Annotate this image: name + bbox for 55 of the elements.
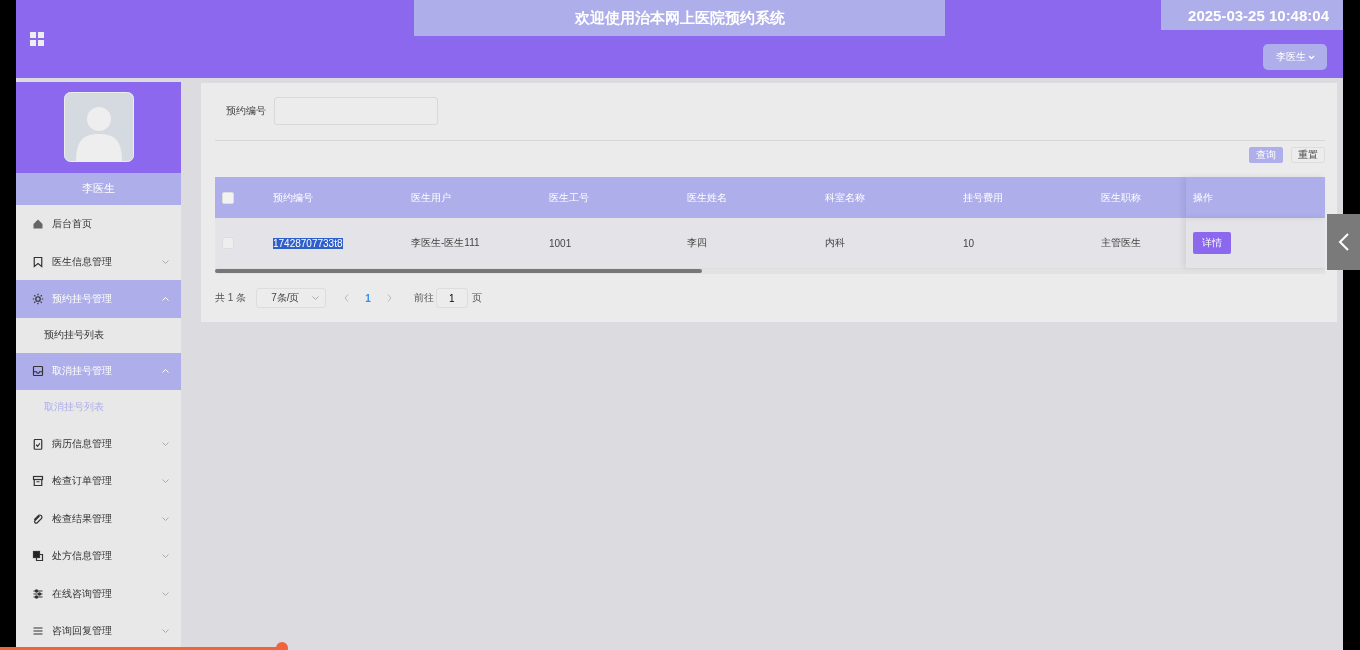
caret-icon: [312, 296, 320, 300]
column-header: 医生用户: [410, 190, 452, 205]
previous-page-icon[interactable]: [344, 294, 350, 302]
chevron-up-icon: [162, 369, 169, 374]
reset-button[interactable]: 重置: [1291, 147, 1325, 163]
table-cell: 内科: [825, 236, 845, 250]
user-name: 李医生: [16, 172, 181, 206]
menu-icon: [32, 255, 44, 268]
menu-icon: [32, 218, 44, 230]
chevron-down-icon: [162, 629, 169, 634]
menu-icon: [32, 512, 44, 525]
column-header: 预约编号: [272, 190, 314, 205]
next-page-icon[interactable]: [386, 294, 392, 302]
clock: 2025-03-25 10:48:04: [1161, 0, 1343, 30]
chevron-down-icon: [162, 259, 169, 264]
menu-icon: [32, 475, 44, 488]
page-suffix: 页: [471, 291, 482, 305]
scrollbar-thumb[interactable]: [215, 269, 702, 273]
table-cell: 17428707733t8: [273, 237, 343, 249]
field-label: 预约编号: [226, 104, 266, 118]
column-header: 医生工号: [548, 190, 590, 205]
table-cell: 10: [963, 237, 975, 249]
collapse-tab[interactable]: [1327, 214, 1360, 270]
table-cell: 李医生-医生111: [411, 236, 480, 250]
total-count: 共 1 条: [215, 291, 247, 305]
chevron-down-icon: [162, 554, 169, 559]
chevron-down-icon: [162, 516, 169, 521]
chevron-down-icon: [162, 591, 169, 596]
chevron-left-icon: [1337, 232, 1350, 252]
menu-icon: [32, 437, 44, 450]
page-size-select[interactable]: 7条/页: [256, 288, 327, 308]
column-header: 科室名称: [824, 190, 866, 205]
grid-menu-icon[interactable]: [30, 32, 44, 46]
column-header: 挂号费用: [962, 190, 1004, 205]
checkbox[interactable]: [222, 191, 234, 204]
page-title: 欢迎使用治本网上医院预约系统: [414, 0, 945, 36]
menu-icon: [32, 625, 44, 638]
menu-icon: [32, 365, 44, 378]
goto-label: 前往: [413, 291, 434, 305]
menu-icon: [32, 293, 44, 306]
menu-icon: [32, 587, 44, 600]
page-input[interactable]: 1: [435, 288, 468, 308]
avatar: [63, 92, 134, 163]
chevron-down-icon: [162, 441, 169, 446]
column-header: 操作: [1186, 177, 1325, 218]
caret-icon: [1307, 54, 1315, 60]
table-cell: 李四: [687, 236, 707, 250]
column-header: 医生职称: [1100, 190, 1142, 205]
table-cell: 1001: [549, 237, 572, 249]
chevron-up-icon: [162, 297, 169, 302]
details-button[interactable]: 详情: [1193, 232, 1231, 254]
table-cell: 主管医生: [1101, 236, 1141, 250]
chevron-down-icon: [162, 479, 169, 484]
column-header: 医生姓名: [686, 190, 728, 205]
menu-icon: [32, 550, 44, 563]
